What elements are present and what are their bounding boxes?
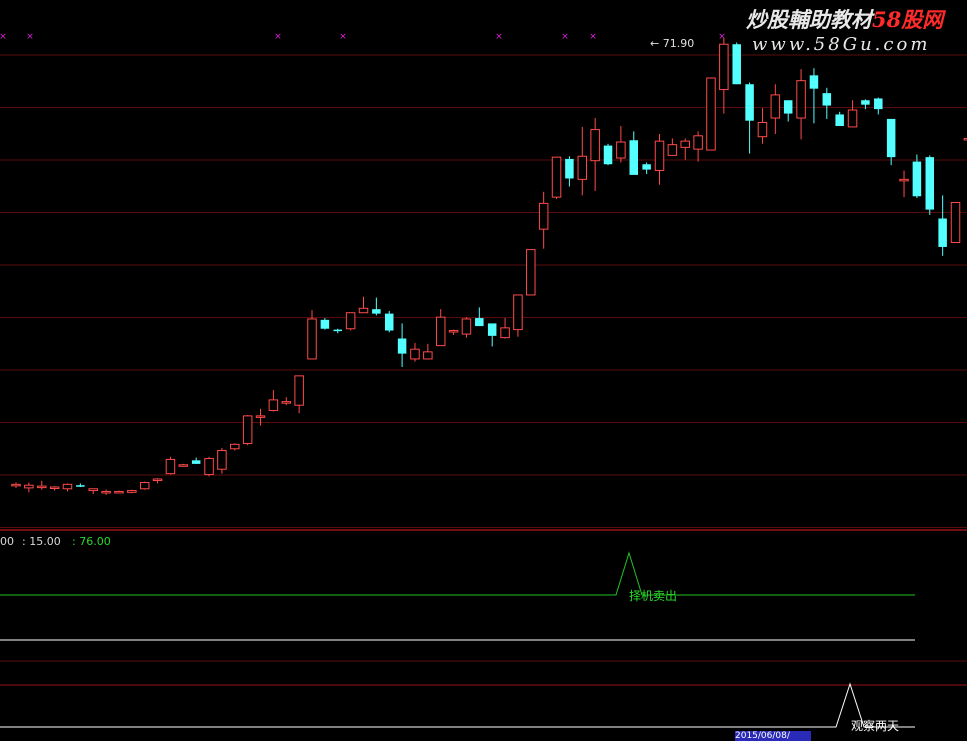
candle-body <box>513 294 523 331</box>
candle-body <box>642 164 651 170</box>
candle-body <box>847 109 858 128</box>
candle-body <box>680 140 690 148</box>
indicator-value-3: : 76.00 <box>72 535 111 548</box>
sell-signal-label: 择机卖出 <box>629 589 678 603</box>
candle-body <box>345 312 356 330</box>
candle-body <box>925 157 935 210</box>
top-markers: × × × × × × × × <box>0 32 726 42</box>
candle-body <box>358 307 369 314</box>
candle-body <box>24 484 34 489</box>
candle-body <box>255 415 266 418</box>
candle-body <box>538 202 549 230</box>
candle-body <box>667 144 678 156</box>
candle-body <box>796 80 806 119</box>
candle-body <box>127 490 137 493</box>
candle-body <box>603 145 613 165</box>
indicator-value-1: 00 <box>0 535 14 548</box>
top-marker: × <box>26 32 34 42</box>
candle-body <box>307 318 317 360</box>
indicator-panel <box>0 529 967 728</box>
candle-body <box>551 156 562 198</box>
watch-signal-label: 观察两天 <box>851 719 900 733</box>
candle-body <box>487 323 497 336</box>
candle-body <box>230 443 240 450</box>
candle-body <box>217 450 227 470</box>
candle-body <box>475 318 484 327</box>
candle-body <box>191 460 201 464</box>
candle-body <box>616 141 626 159</box>
indicator-value-2: : 15.00 <box>22 535 61 548</box>
candle-body <box>706 77 716 151</box>
candle-body <box>874 98 883 110</box>
candle-body <box>372 309 381 314</box>
candle-body <box>333 329 342 332</box>
candle-body <box>36 485 47 489</box>
candle-body <box>320 319 330 329</box>
candle-body <box>268 399 279 412</box>
candle-body <box>835 114 844 127</box>
candle-body <box>693 135 703 150</box>
candle-body <box>886 118 896 158</box>
watch-signal-line <box>0 682 915 728</box>
candle-body <box>461 318 472 335</box>
candle-body <box>526 249 536 296</box>
candle-body <box>809 75 819 89</box>
top-marker: × <box>339 32 347 42</box>
candlestick-series <box>11 38 967 495</box>
candle-body <box>139 482 150 490</box>
candle-body <box>49 486 60 489</box>
candle-body <box>410 348 420 360</box>
candle-body <box>565 158 574 179</box>
candle-body <box>938 218 947 247</box>
candle-body <box>423 351 433 360</box>
candle-body <box>88 488 98 492</box>
price-grid <box>0 54 967 528</box>
candle-body <box>101 490 111 494</box>
date-label: 2015/06/08/ <box>735 731 811 741</box>
candle-body <box>899 178 909 182</box>
candle-body <box>732 44 741 85</box>
top-marker: × <box>718 32 726 42</box>
candle-body <box>719 43 729 91</box>
candle-body <box>745 84 754 121</box>
candle-body <box>757 121 768 138</box>
candle-body <box>770 94 781 119</box>
chart-canvas: × × × × × × × × <box>0 32 967 728</box>
candle-body <box>435 316 446 347</box>
candle-body <box>294 375 304 406</box>
candle-body <box>152 478 163 481</box>
candle-body <box>62 483 73 490</box>
candle-body <box>783 100 793 114</box>
candle-body <box>242 415 253 444</box>
candle-body <box>448 330 459 333</box>
candle-body <box>178 464 189 467</box>
candle-body <box>76 485 85 487</box>
top-marker: × <box>561 32 569 42</box>
candle-body <box>629 140 639 175</box>
max-price-label: ← 71.90 <box>650 37 695 50</box>
candle-body <box>165 458 176 475</box>
candle-body <box>204 458 214 476</box>
top-marker: × <box>274 32 282 42</box>
candle-body <box>861 100 870 105</box>
candle-body <box>590 129 600 162</box>
candle-body <box>114 490 124 494</box>
candle-body <box>577 155 588 180</box>
top-marker: × <box>0 32 7 42</box>
top-marker: × <box>495 32 503 42</box>
candle-body <box>281 401 292 404</box>
candle-body <box>654 140 665 171</box>
candle-body <box>822 93 832 106</box>
top-marker: × <box>589 32 597 42</box>
candle-body <box>384 313 394 331</box>
candle-body <box>11 483 21 487</box>
candle-body <box>500 327 510 339</box>
candle-body <box>397 338 407 354</box>
candle-body <box>912 161 922 197</box>
sell-signal-line <box>0 551 915 596</box>
candle-body <box>950 201 961 243</box>
